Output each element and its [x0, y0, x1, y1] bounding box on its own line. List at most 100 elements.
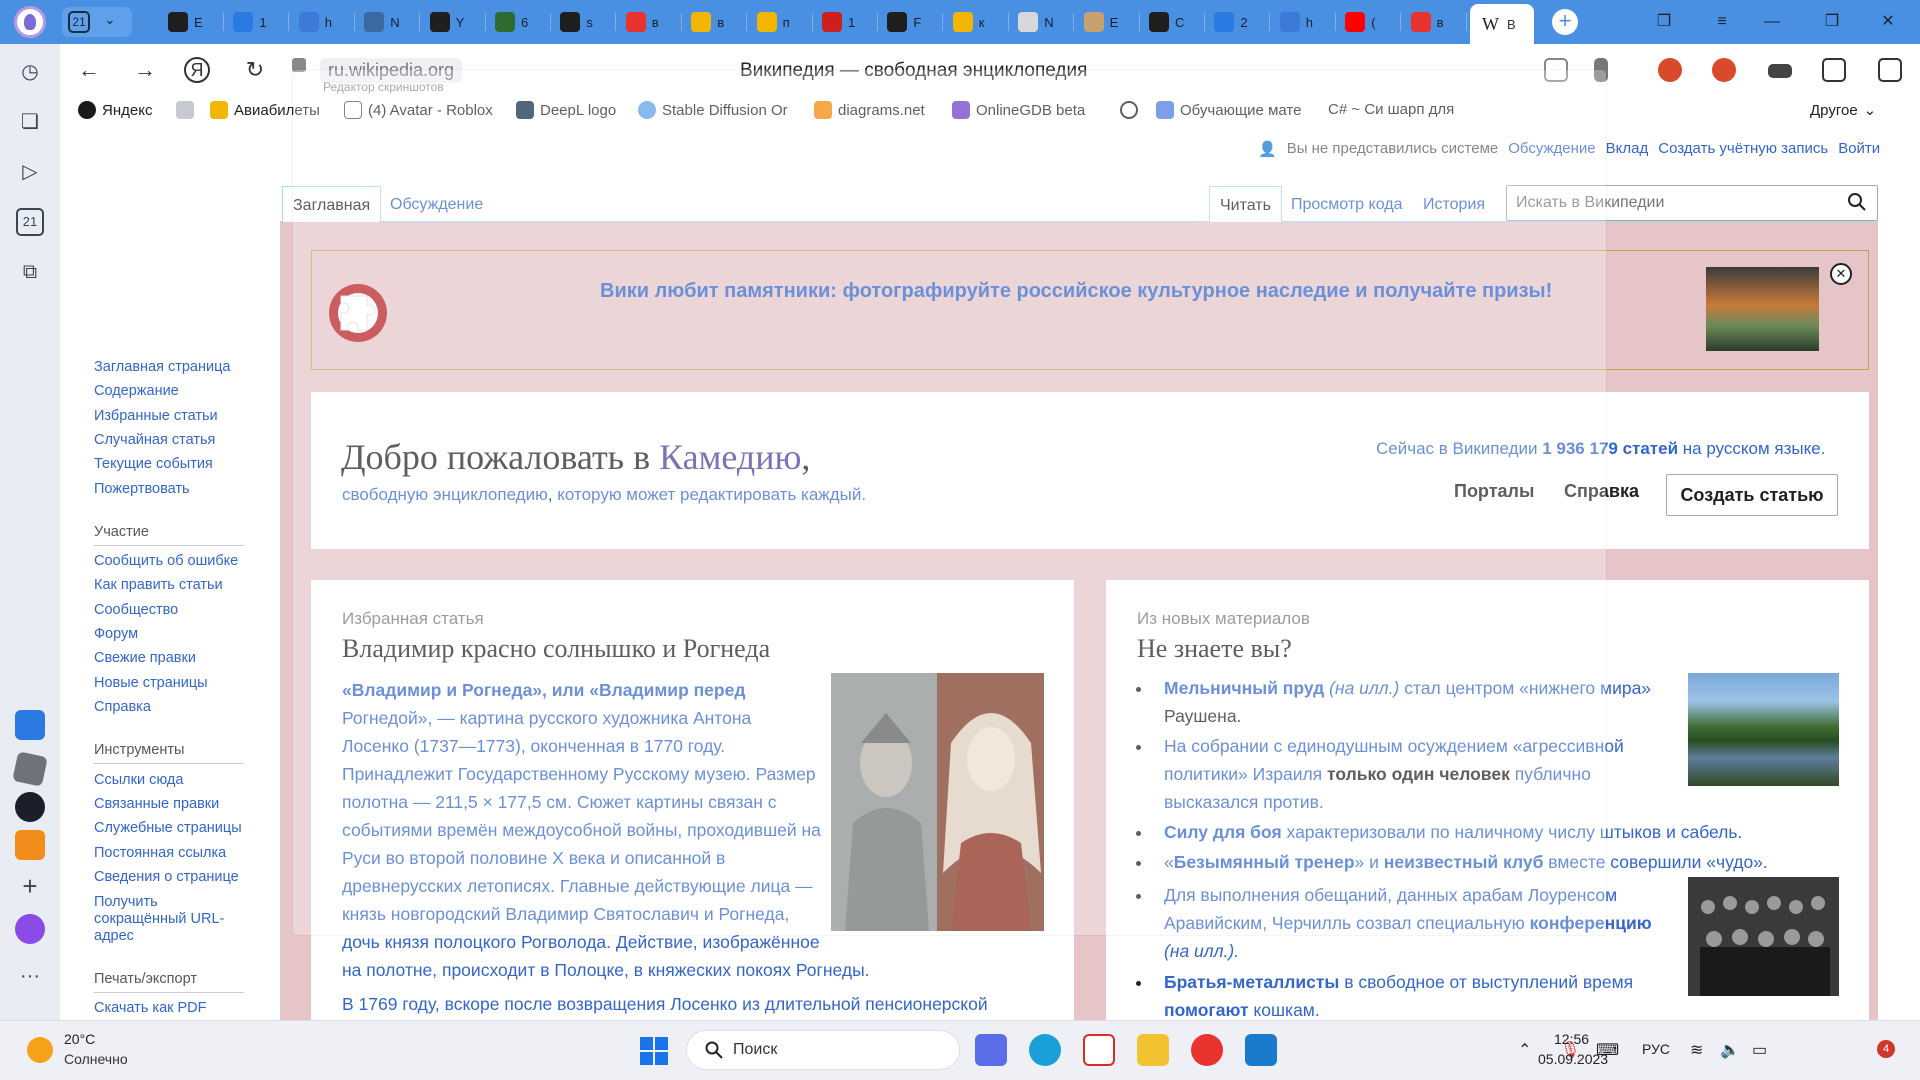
browser-tab[interactable]: N: [1012, 7, 1075, 37]
profile-avatar[interactable]: [14, 6, 46, 38]
browser-tab[interactable]: в: [1405, 7, 1467, 37]
chevron-up-icon[interactable]: ⌃: [1518, 1040, 1531, 1060]
clock-time[interactable]: 12:56: [1554, 1031, 1589, 1047]
edge-icon[interactable]: [1029, 1034, 1061, 1066]
create-article-button[interactable]: Создать статью: [1666, 474, 1838, 516]
downloads-icon[interactable]: [1822, 58, 1846, 82]
nav-link[interactable]: Скачать как PDF: [94, 1000, 207, 1016]
extension-icon[interactable]: [1658, 58, 1682, 82]
dyk-image-conference[interactable]: [1688, 877, 1839, 996]
banner-image[interactable]: [1706, 267, 1819, 351]
nav-link[interactable]: Сообщить об ошибке: [94, 553, 238, 569]
clock-date[interactable]: 05.09.2023: [1538, 1051, 1608, 1067]
search-icon[interactable]: [1847, 192, 1867, 212]
notification-badge[interactable]: 4: [1877, 1040, 1895, 1058]
back-button[interactable]: ←: [74, 56, 104, 84]
browser-tab[interactable]: s: [554, 7, 617, 37]
bookmark-item[interactable]: Яндекс: [78, 101, 152, 119]
yandex-icon[interactable]: Я: [184, 57, 210, 83]
browser-tab[interactable]: 6: [489, 7, 551, 37]
tab-active-wikipedia[interactable]: W В: [1470, 4, 1534, 44]
restore-button[interactable]: ❐: [1810, 8, 1854, 36]
extension-icon[interactable]: [1712, 58, 1736, 82]
add-app-icon[interactable]: +: [16, 872, 44, 900]
nav-link[interactable]: Форум: [94, 626, 138, 642]
app-roblox-icon[interactable]: [12, 751, 48, 787]
reload-button[interactable]: ↻: [240, 56, 270, 84]
nav-link[interactable]: Сообщество: [94, 602, 178, 618]
collections-icon[interactable]: ❏: [16, 108, 44, 136]
contrib-link[interactable]: Вклад: [1606, 140, 1649, 158]
browser-tab[interactable]: 1: [227, 7, 290, 37]
nav-link[interactable]: Случайная статья: [94, 432, 215, 448]
nav-link[interactable]: Служебные страницы: [94, 820, 242, 836]
nav-link[interactable]: Получить: [94, 894, 158, 910]
sun-icon[interactable]: [27, 1037, 53, 1063]
login-link[interactable]: Войти: [1838, 140, 1880, 158]
nav-link[interactable]: адрес: [94, 928, 134, 944]
taskbar-search[interactable]: Поиск: [686, 1030, 960, 1070]
browser-tab[interactable]: h: [293, 7, 355, 37]
explorer-icon[interactable]: [1137, 1034, 1169, 1066]
vscode-icon[interactable]: [1245, 1034, 1277, 1066]
nav-link[interactable]: Как править статьи: [94, 577, 223, 593]
weather-text[interactable]: Солнечно: [64, 1051, 128, 1067]
browser-tab[interactable]: (: [1339, 7, 1402, 37]
volume-icon[interactable]: 🔈: [1720, 1040, 1740, 1060]
yandex-icon[interactable]: [1191, 1034, 1223, 1066]
nav-link[interactable]: Связанные правки: [94, 796, 219, 812]
browser-tab[interactable]: С: [1143, 7, 1205, 37]
nav-link[interactable]: Ссылки сюда: [94, 772, 183, 788]
video-icon[interactable]: ▷: [16, 158, 44, 186]
browser-tab[interactable]: в: [685, 7, 748, 37]
nav-link[interactable]: сокращённый URL-: [94, 911, 224, 927]
windows-start-icon[interactable]: [640, 1037, 668, 1065]
language-indicator[interactable]: РУС: [1642, 1041, 1670, 1057]
app-circle-icon[interactable]: [15, 792, 45, 822]
browser-tab[interactable]: в: [620, 7, 682, 37]
nav-link[interactable]: Сведения о странице: [94, 869, 239, 885]
close-icon[interactable]: ✕: [1830, 263, 1852, 285]
nav-link[interactable]: Свежие правки: [94, 650, 196, 666]
nav-link[interactable]: Новые страницы: [94, 675, 208, 691]
bookmark-item[interactable]: [176, 101, 194, 119]
downloads-icon[interactable]: [1878, 58, 1902, 82]
tabs-count-icon[interactable]: 21: [16, 208, 44, 236]
nav-link[interactable]: Постоянная ссылка: [94, 845, 226, 861]
nav-link[interactable]: Избранные статьи: [94, 408, 218, 424]
nav-link[interactable]: Текущие события: [94, 456, 213, 472]
browser-tab[interactable]: N: [358, 7, 421, 37]
new-tab-button[interactable]: +: [1552, 9, 1578, 35]
weather-temp[interactable]: 20°C: [64, 1031, 95, 1047]
alice-icon[interactable]: [15, 914, 45, 944]
mail-icon[interactable]: [15, 830, 45, 860]
browser-tab[interactable]: h: [1274, 7, 1336, 37]
yandex-browser-icon[interactable]: [1083, 1034, 1115, 1066]
app-arrow-icon[interactable]: [15, 710, 45, 740]
tab-manager-icon[interactable]: ❐: [1642, 8, 1686, 36]
nav-link[interactable]: Пожертвовать: [94, 481, 190, 497]
bookmarks-other[interactable]: Другое ⌄: [1810, 101, 1876, 120]
minimize-button[interactable]: —: [1750, 8, 1794, 36]
history-icon[interactable]: ◷: [16, 58, 44, 86]
nav-link[interactable]: Содержание: [94, 383, 179, 399]
screenshot-icon[interactable]: ⧉: [16, 258, 44, 286]
browser-tab[interactable]: Y: [424, 7, 486, 37]
menu-icon[interactable]: ≡: [1700, 8, 1744, 36]
browser-tab[interactable]: п: [751, 7, 813, 37]
browser-tab[interactable]: Е: [162, 7, 224, 37]
browser-tab[interactable]: к: [947, 7, 1009, 37]
browser-tab[interactable]: Е: [1078, 7, 1140, 37]
nav-link[interactable]: Справка: [94, 699, 151, 715]
more-icon[interactable]: ···: [16, 962, 44, 990]
forward-button[interactable]: →: [130, 56, 160, 84]
nav-link[interactable]: Заглавная страница: [94, 359, 230, 375]
browser-tab[interactable]: 2: [1208, 7, 1271, 37]
browser-tab[interactable]: F: [881, 7, 944, 37]
dyk-image-pond[interactable]: [1688, 673, 1839, 786]
close-window-button[interactable]: ✕: [1866, 8, 1910, 36]
battery-icon[interactable]: ▭: [1752, 1040, 1767, 1060]
extension-icon[interactable]: [1768, 64, 1792, 78]
wifi-icon[interactable]: ≋: [1690, 1040, 1703, 1060]
teams-icon[interactable]: [975, 1034, 1007, 1066]
